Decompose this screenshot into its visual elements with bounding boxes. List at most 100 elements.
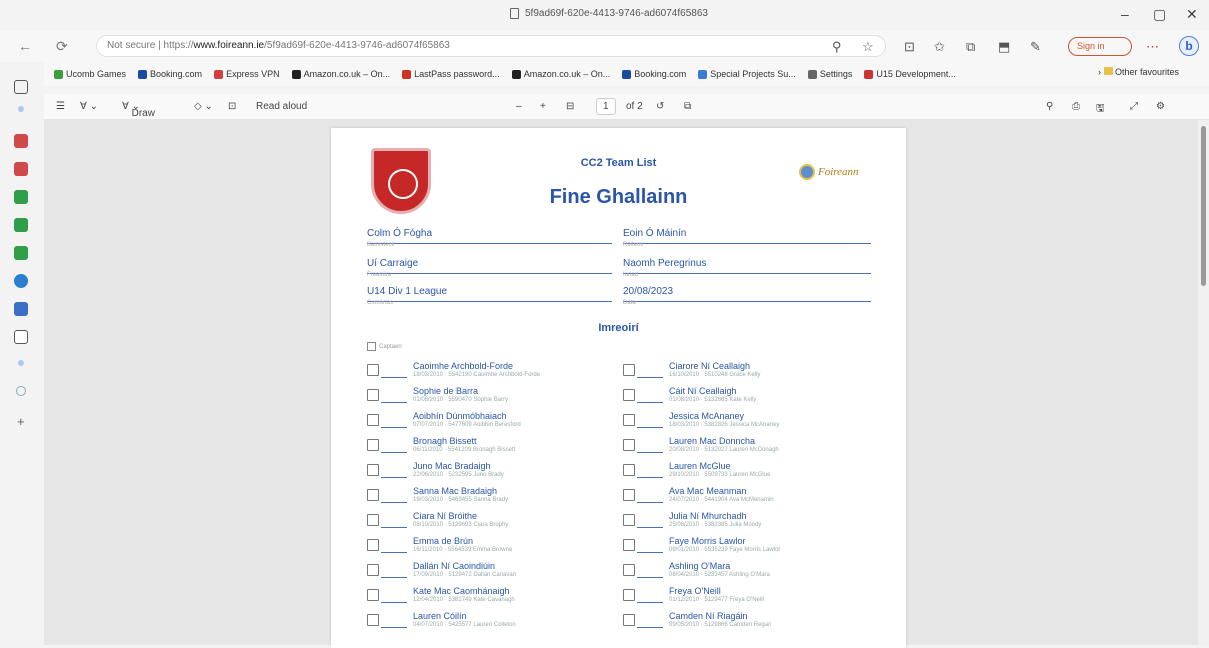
- player-checkbox[interactable]: [623, 439, 635, 451]
- sheets-tab-icon-3[interactable]: [14, 246, 28, 260]
- read-mode-icon[interactable]: ⚲: [832, 39, 842, 55]
- player-checkbox[interactable]: [367, 364, 379, 376]
- player-checkbox[interactable]: [623, 589, 635, 601]
- split-screen-icon[interactable]: ⊡: [904, 39, 915, 55]
- maximize-button[interactable]: ▢: [1153, 6, 1166, 23]
- player-checkbox[interactable]: [367, 589, 379, 601]
- extensions-icon[interactable]: ✎: [1030, 39, 1041, 55]
- draw-button[interactable]: ∀ Draw ⌄: [122, 101, 155, 119]
- jersey-number-line[interactable]: [637, 527, 663, 528]
- jersey-number-line[interactable]: [381, 602, 407, 603]
- favourite-item[interactable]: Settings: [807, 67, 852, 81]
- extension-icon[interactable]: ⬒: [998, 39, 1010, 55]
- jersey-number-line[interactable]: [637, 452, 663, 453]
- player-checkbox[interactable]: [623, 364, 635, 376]
- jersey-number-line[interactable]: [637, 477, 663, 478]
- jersey-number-line[interactable]: [637, 427, 663, 428]
- jersey-number-line[interactable]: [637, 627, 663, 628]
- erase-icon[interactable]: ◇ ⌄: [194, 101, 213, 112]
- player-checkbox[interactable]: [367, 414, 379, 426]
- jersey-number-line[interactable]: [637, 402, 663, 403]
- player-checkbox[interactable]: [367, 539, 379, 551]
- player-checkbox[interactable]: [623, 614, 635, 626]
- more-icon[interactable]: ⋯: [1146, 39, 1159, 55]
- search-icon[interactable]: ⚲: [1046, 101, 1053, 112]
- favourite-item[interactable]: Ucomb Games: [54, 67, 126, 81]
- player-checkbox[interactable]: [367, 514, 379, 526]
- jersey-number-line[interactable]: [381, 402, 407, 403]
- gmail-tab-icon[interactable]: [14, 134, 28, 148]
- favourite-star-icon[interactable]: ☆: [862, 39, 874, 55]
- minimize-button[interactable]: –: [1121, 6, 1129, 22]
- jersey-number-line[interactable]: [381, 452, 407, 453]
- tab-actions-icon[interactable]: [14, 80, 28, 94]
- player-checkbox[interactable]: [367, 564, 379, 576]
- favourites-more[interactable]: › Other favourites: [1098, 67, 1179, 77]
- player-checkbox[interactable]: [623, 539, 635, 551]
- jersey-number-line[interactable]: [637, 377, 663, 378]
- player-checkbox[interactable]: [623, 514, 635, 526]
- zoom-out-button[interactable]: –: [516, 101, 522, 112]
- jersey-number-line[interactable]: [381, 427, 407, 428]
- settings-circle-icon[interactable]: [16, 386, 26, 396]
- favourite-item[interactable]: LastPass password...: [402, 67, 500, 81]
- tab-title[interactable]: 5f9ad69f-620e-4413-9746-ad6074f65863: [510, 8, 708, 19]
- jersey-number-line[interactable]: [381, 552, 407, 553]
- player-checkbox[interactable]: [623, 489, 635, 501]
- docs-tab-icon[interactable]: [14, 302, 28, 316]
- favourite-item[interactable]: Amazon.co.uk – On...: [291, 67, 390, 81]
- favourite-item[interactable]: Booking.com: [622, 67, 686, 81]
- player-checkbox[interactable]: [367, 389, 379, 401]
- read-aloud-button[interactable]: Read aloud: [256, 101, 307, 112]
- zoom-in-button[interactable]: +: [540, 101, 546, 112]
- address-bar[interactable]: Not secure | https://www.foireann.ie/5f9…: [96, 35, 886, 57]
- collections-icon[interactable]: ⧉: [966, 39, 975, 55]
- edge-tab-icon[interactable]: [14, 274, 28, 288]
- text-icon[interactable]: ⊡: [228, 101, 236, 112]
- player-checkbox[interactable]: [623, 564, 635, 576]
- player-checkbox[interactable]: [623, 414, 635, 426]
- pdf-tab-icon[interactable]: [14, 330, 28, 344]
- player-checkbox[interactable]: [367, 439, 379, 451]
- page-view-icon[interactable]: ⧉: [684, 101, 691, 112]
- sheets-tab-icon[interactable]: [14, 190, 28, 204]
- player-checkbox[interactable]: [623, 389, 635, 401]
- pdf-settings-icon[interactable]: ⚙: [1156, 101, 1165, 112]
- favourite-item[interactable]: Express VPN: [214, 67, 280, 81]
- favourites-icon[interactable]: ✩: [934, 39, 945, 55]
- jersey-number-line[interactable]: [381, 577, 407, 578]
- jersey-number-line[interactable]: [381, 502, 407, 503]
- jersey-number-line[interactable]: [381, 627, 407, 628]
- player-checkbox[interactable]: [623, 464, 635, 476]
- print-icon[interactable]: ⎙: [1072, 101, 1080, 112]
- scrollbar-thumb[interactable]: [1201, 126, 1206, 286]
- jersey-number-line[interactable]: [381, 477, 407, 478]
- favourite-item[interactable]: U15 Development...: [864, 67, 956, 81]
- gmail-tab-icon-2[interactable]: [14, 162, 28, 176]
- scrollbar[interactable]: [1198, 120, 1209, 645]
- back-icon[interactable]: ←: [18, 38, 32, 54]
- page-number-input[interactable]: 1: [596, 98, 616, 115]
- fit-page-icon[interactable]: ⊟: [566, 101, 574, 112]
- contents-icon[interactable]: ☰: [56, 101, 65, 112]
- jersey-number-line[interactable]: [637, 552, 663, 553]
- save-icon[interactable]: 🖫: [1096, 101, 1105, 118]
- sheets-tab-icon-2[interactable]: [14, 218, 28, 232]
- sign-in-button[interactable]: Sign in: [1068, 37, 1132, 56]
- new-tab-icon[interactable]: +: [17, 414, 25, 429]
- refresh-icon[interactable]: ⟳: [56, 38, 68, 55]
- highlight-icon[interactable]: ∀ ⌄: [80, 101, 98, 112]
- fullscreen-icon[interactable]: ⤢: [1130, 101, 1138, 112]
- tab-dot-icon-2[interactable]: [18, 360, 24, 366]
- bing-copilot-button[interactable]: b: [1179, 36, 1199, 56]
- rotate-icon[interactable]: ↺: [656, 101, 664, 112]
- jersey-number-line[interactable]: [381, 377, 407, 378]
- tab-dot-icon[interactable]: [18, 106, 24, 112]
- jersey-number-line[interactable]: [381, 527, 407, 528]
- favourite-item[interactable]: Booking.com: [138, 67, 202, 81]
- close-button[interactable]: ✕: [1186, 6, 1198, 23]
- jersey-number-line[interactable]: [637, 577, 663, 578]
- player-checkbox[interactable]: [367, 489, 379, 501]
- favourite-item[interactable]: Amazon.co.uk – On...: [511, 67, 610, 81]
- jersey-number-line[interactable]: [637, 502, 663, 503]
